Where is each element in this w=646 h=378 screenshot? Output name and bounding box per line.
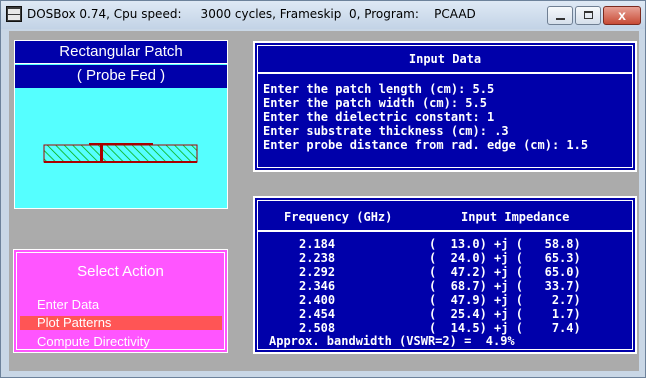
input-line-probe-distance: Enter probe distance from rad. edge (cm)… — [263, 138, 589, 152]
dosbox-window: DOSBox 0.74, Cpu speed: 3000 cycles, Fra… — [0, 0, 646, 378]
table-row-impedance: ( 13.0) +j ( 58.8) — [429, 237, 581, 251]
input-line-substrate: Enter substrate thickness (cm): .3 — [263, 124, 509, 138]
menu-title: Select Action — [77, 263, 164, 280]
table-row-impedance: ( 24.0) +j ( 65.3) — [429, 251, 581, 265]
window-title: DOSBox 0.74, Cpu speed: 3000 cycles, Fra… — [27, 7, 476, 21]
close-icon: x — [618, 7, 626, 23]
table-row-impedance: ( 25.4) +j ( 1.7) — [429, 307, 581, 321]
maximize-button[interactable] — [575, 6, 601, 25]
table-row-impedance: ( 47.9) +j ( 2.7) — [429, 293, 581, 307]
patch-cross-section-diagram — [43, 143, 198, 163]
table-row-frequency: 2.508 — [299, 321, 336, 335]
input-data-header: Input Data — [258, 46, 632, 74]
input-line-patch-length: Enter the patch length (cm): 5.5 — [263, 82, 495, 96]
input-data-panel: Input Data Enter the patch length (cm): … — [253, 41, 637, 172]
table-row-frequency: 2.238 — [299, 251, 336, 265]
action-menu: Select Action Enter Data Plot Patterns C… — [13, 249, 228, 353]
patch-subtitle: ( Probe Fed ) — [15, 65, 227, 88]
menu-item-plot-patterns[interactable]: Plot Patterns — [20, 316, 222, 330]
menu-item-compute-directivity[interactable]: Compute Directivity — [20, 335, 222, 349]
table-row-frequency: 2.346 — [299, 279, 336, 293]
title-bar[interactable]: DOSBox 0.74, Cpu speed: 3000 cycles, Fra… — [1, 1, 645, 29]
table-row-impedance: ( 47.2) +j ( 65.0) — [429, 265, 581, 279]
substrate-layer — [43, 144, 198, 163]
probe-feed — [100, 144, 103, 163]
minimize-icon — [556, 18, 565, 20]
header-separator — [258, 230, 632, 232]
table-row-frequency: 2.400 — [299, 293, 336, 307]
dosbox-icon[interactable] — [6, 6, 22, 22]
input-line-dielectric: Enter the dielectric constant: 1 — [263, 110, 495, 124]
maximize-icon — [584, 11, 593, 19]
dos-screen[interactable]: Rectangular Patch ( Probe Fed ) Select A… — [9, 31, 639, 371]
patch-title: Rectangular Patch — [15, 41, 227, 64]
table-row-frequency: 2.292 — [299, 265, 336, 279]
action-menu-frame: Select Action Enter Data Plot Patterns C… — [16, 252, 225, 350]
table-row-impedance: ( 68.7) +j ( 33.7) — [429, 279, 581, 293]
close-button[interactable]: x — [603, 6, 641, 25]
table-row-frequency: 2.454 — [299, 307, 336, 321]
table-row-frequency: 2.184 — [299, 237, 336, 251]
input-line-patch-width: Enter the patch width (cm): 5.5 — [263, 96, 487, 110]
patch-panel: Rectangular Patch ( Probe Fed ) — [14, 40, 228, 209]
table-row-impedance: ( 14.5) +j ( 7.4) — [429, 321, 581, 335]
impedance-panel: Frequency (GHz) Input Impedance 2.184 ( … — [253, 196, 637, 354]
bandwidth-result: Approx. bandwidth (VSWR=2) = 4.9% — [269, 334, 515, 348]
impedance-column-header: Input Impedance — [461, 210, 570, 224]
frequency-column-header: Frequency (GHz) — [284, 210, 393, 224]
menu-item-enter-data[interactable]: Enter Data — [20, 298, 222, 312]
minimize-button[interactable] — [547, 6, 573, 25]
